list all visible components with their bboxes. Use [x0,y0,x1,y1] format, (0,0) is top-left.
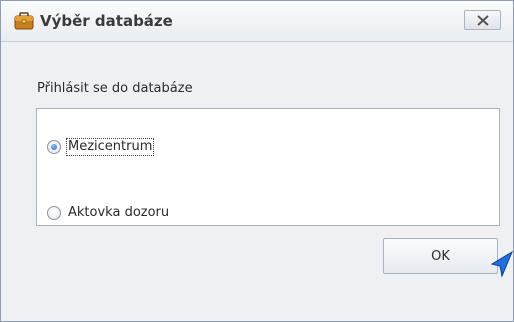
briefcase-icon [14,12,34,30]
database-options-group: Mezicentrum Aktovka dozoru [36,108,500,226]
group-label: Přihlásit se do databáze [37,81,193,96]
mouse-cursor-icon [490,250,514,278]
ok-button[interactable]: OK [383,238,498,274]
close-button[interactable] [464,10,501,30]
close-x-icon [477,15,489,26]
title-bar[interactable]: Výběr databáze [1,1,513,42]
radio-option-mezicentrum[interactable]: Mezicentrum [47,138,155,156]
window-title: Výběr databáze [40,12,173,30]
radio-option-aktovka-dozoru[interactable]: Aktovka dozoru [47,205,171,221]
radio-label[interactable]: Mezicentrum [66,138,155,156]
radio-label[interactable]: Aktovka dozoru [66,205,171,221]
radio-button[interactable] [47,206,61,220]
radio-button-checked[interactable] [47,140,61,154]
database-selection-dialog: Výběr databáze Přihlásit se do databáze … [0,0,514,322]
